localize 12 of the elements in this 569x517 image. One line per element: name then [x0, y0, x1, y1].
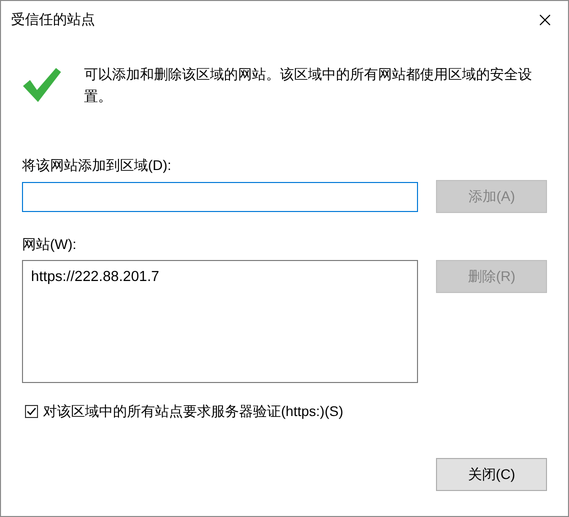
close-icon [539, 14, 551, 26]
list-label: 网站(W): [22, 235, 78, 254]
close-dialog-button[interactable]: 关闭(C) [436, 458, 547, 491]
checkmark-icon [22, 66, 62, 104]
site-input-field[interactable] [22, 182, 418, 212]
websites-listbox[interactable]: https://222.88.201.7 [22, 260, 418, 383]
checkbox-label: 对该区域中的所有站点要求服务器验证(https:)(S) [43, 402, 344, 421]
website-entry[interactable]: https://222.88.201.7 [31, 267, 160, 289]
info-text: 可以添加和删除该区域的网站。该区域中的所有网站都使用区域的安全设置。 [84, 65, 533, 106]
checkbox[interactable] [25, 405, 38, 418]
field-label: 将该网站添加到区域(D): [22, 156, 172, 175]
window-title: 受信任的站点 [11, 10, 95, 29]
